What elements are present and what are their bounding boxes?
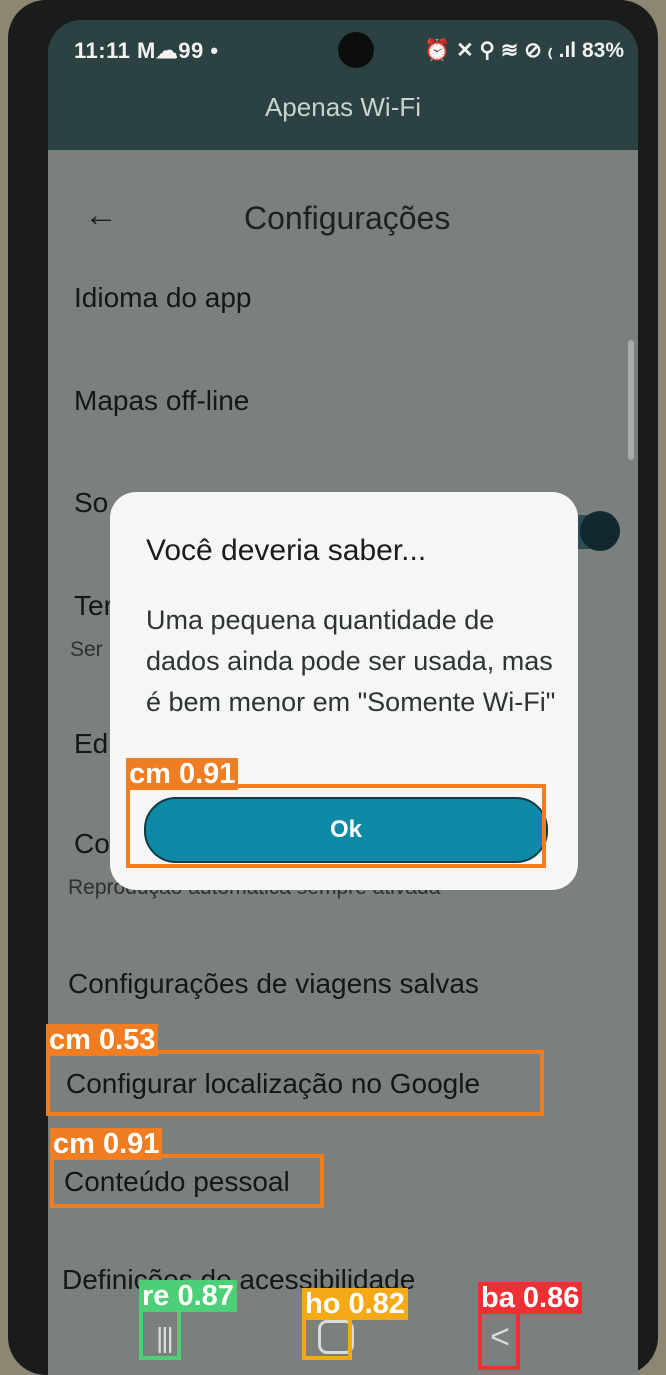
detection-label: cm 0.91 — [50, 1128, 163, 1160]
dialog-message: Uma pequena quantidade de dados ainda po… — [146, 605, 556, 717]
settings-item-partial[interactable]: Ter — [74, 590, 113, 622]
detection-box-location-item — [46, 1050, 544, 1116]
detection-box-recent-button — [139, 1306, 181, 1360]
system-icons: ⏰ ✕ ⚲ ≋ ⊘ ₍ .ıl — [424, 39, 577, 62]
status-icons: ⏰ ✕ ⚲ ≋ ⊘ ₍ .ıl 83% — [424, 38, 624, 63]
detection-box-ok-button — [126, 784, 546, 868]
settings-item-partial[interactable]: Edi — [74, 728, 114, 760]
settings-item-saved-trips[interactable]: Configurações de viagens salvas — [68, 968, 479, 1000]
settings-item-app-language[interactable]: Idioma do app — [74, 282, 251, 314]
dialog-title: Você deveria saber... — [146, 534, 427, 567]
detection-label: cm 0.91 — [126, 758, 239, 790]
detection-box-personal-item — [50, 1154, 324, 1208]
notification-icons: M☁99 • — [136, 38, 219, 63]
detection-label: ba 0.86 — [478, 1282, 583, 1314]
scrollbar[interactable] — [628, 340, 634, 460]
front-camera — [338, 32, 374, 68]
page-title: Configurações — [244, 200, 451, 236]
back-arrow-icon[interactable]: ← — [84, 196, 118, 235]
settings-item-partial[interactable]: Co — [74, 828, 110, 860]
toggle-knob — [580, 511, 620, 551]
status-bar: 11:11 M☁99 • ⏰ ✕ ⚲ ≋ ⊘ ₍ .ıl 83% Apenas … — [48, 20, 638, 150]
detection-label: re 0.87 — [139, 1280, 237, 1312]
settings-item-subtitle: Ser — [70, 638, 103, 661]
settings-item-offline-maps[interactable]: Mapas off-line — [74, 385, 249, 417]
battery-level: 83% — [581, 39, 624, 62]
detection-label: cm 0.53 — [46, 1024, 159, 1056]
detection-label: ho 0.82 — [302, 1288, 408, 1320]
detection-box-back-button — [478, 1310, 520, 1370]
wifi-only-banner: Apenas Wi-Fi — [264, 92, 422, 122]
status-time: 11:11 M☁99 • — [74, 38, 219, 63]
settings-item-partial[interactable]: So — [74, 487, 108, 519]
